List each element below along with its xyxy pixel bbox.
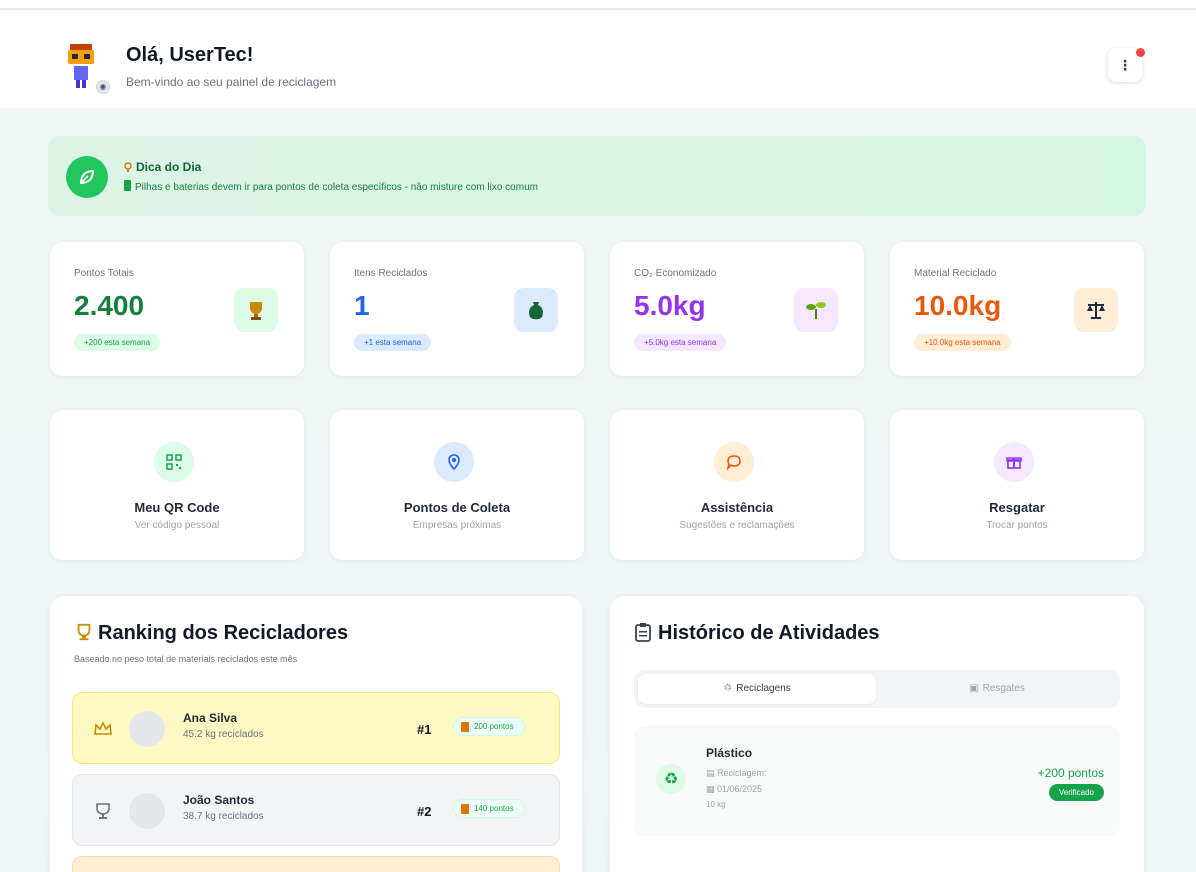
tip-text: Pilhas e baterias devem ir para pontos d…: [124, 180, 538, 193]
ranking-subtitle: Baseado no peso total de materiais recic…: [74, 654, 298, 664]
ranking-kg: 38.7 kg reciclados: [183, 811, 264, 822]
gift-icon: ▣: [969, 683, 979, 694]
action-title: Pontos de Coleta: [403, 500, 511, 515]
greeting-title: Olá, UserTec!: [126, 44, 254, 66]
tip-title-text: Dica do Dia: [136, 160, 202, 174]
action-title: Resgatar: [989, 500, 1045, 515]
ranking-entry[interactable]: João Santos 38.7 kg reciclados #2 140 po…: [72, 774, 560, 846]
tab-recycling-label: Reciclagens: [736, 683, 791, 694]
ranking-kg: 45.2 kg reciclados: [183, 729, 264, 740]
ranking-name: Ana Silva: [183, 711, 238, 725]
ranking-title: Ranking dos Recicladores: [74, 622, 348, 645]
stat-value: 5.0kg: [634, 290, 706, 321]
avatar: [129, 711, 165, 747]
history-date-text: 01/06/2025: [717, 784, 763, 794]
history-title-text: Histórico de Atividades: [658, 622, 880, 644]
action-subtitle: Trocar pontos: [986, 520, 1048, 531]
map-pin-icon: [434, 442, 474, 482]
history-material: Plástico: [706, 746, 753, 760]
stat-weekly-chip: +10.0kg esta semana: [914, 334, 1011, 351]
dashboard-main: Dica do Dia Pilhas e baterias devem ir p…: [0, 108, 1196, 872]
seedling-icon: [794, 288, 838, 332]
action-subtitle: Sugestões e reclamações: [679, 520, 795, 531]
stat-weekly-chip: +1 esta semana: [354, 334, 432, 351]
battery-icon: [124, 180, 131, 191]
recycle-icon: ♲: [723, 683, 733, 694]
gift-icon: [994, 442, 1034, 482]
history-title: Histórico de Atividades: [634, 622, 880, 645]
action-title: Meu QR Code: [134, 500, 220, 515]
ranking-points-badge: 200 pontos: [453, 717, 525, 736]
action-title: Assistência: [700, 500, 774, 515]
lightbulb-icon: [124, 162, 132, 172]
stat-card-total-points: Pontos Totais 2.400 +200 esta semana: [50, 242, 304, 376]
tip-of-the-day-banner: Dica do Dia Pilhas e baterias devem ir p…: [48, 136, 1146, 216]
history-company: ▤ Reciclagem:: [706, 768, 767, 779]
tab-recycling[interactable]: ♲ Reciclagens: [638, 674, 876, 704]
history-date: ▦ 01/06/2025: [706, 784, 762, 795]
action-subtitle: Empresas próximas: [412, 520, 502, 531]
action-card-qr-code[interactable]: Meu QR Code Ver código pessoal: [50, 410, 304, 560]
tip-title: Dica do Dia: [124, 160, 201, 174]
camera-icon[interactable]: ◉: [96, 80, 110, 94]
stat-label: Material Reciclado: [914, 268, 997, 279]
ranking-position: #1: [417, 722, 432, 737]
history-points: +200 pontos: [1037, 766, 1104, 780]
trophy-icon: [234, 288, 278, 332]
trophy-icon: [77, 623, 91, 641]
history-weight: 10 kg: [706, 800, 726, 809]
notification-dot: [1136, 48, 1145, 57]
crown-icon: [94, 721, 112, 735]
ranking-entry[interactable]: Ana Silva 45.2 kg reciclados #1 200 pont…: [72, 692, 560, 764]
leaf-icon: [66, 156, 108, 198]
stat-label: Itens Reciclados: [354, 268, 428, 279]
tab-redemptions-label: Resgates: [982, 683, 1025, 694]
ranking-position: #2: [417, 804, 432, 819]
ranking-points-badge: 140 pontos: [453, 799, 525, 818]
user-avatar[interactable]: ◉: [62, 40, 110, 94]
history-item[interactable]: ♻ Plástico ▤ Reciclagem: ▦ 01/06/2025 10…: [634, 726, 1120, 836]
stat-value: 2.400: [74, 290, 145, 321]
stat-card-items-recycled: Itens Reciclados 1 +1 esta semana: [330, 242, 584, 376]
status-badge: Verificado: [1048, 784, 1104, 801]
scale-icon: [1074, 288, 1118, 332]
chat-bubble-icon: [714, 442, 754, 482]
ranking-entry[interactable]: [72, 856, 560, 872]
stat-label: CO₂ Economizado: [634, 268, 717, 279]
ranking-title-text: Ranking dos Recicladores: [98, 622, 349, 644]
ranking-panel: Ranking dos Recicladores Baseado no peso…: [50, 596, 582, 872]
avatar: [129, 793, 165, 829]
tab-redemptions[interactable]: ▣ Resgates: [878, 674, 1116, 704]
recycle-icon: ♻: [656, 764, 686, 794]
ranking-name: João Santos: [183, 793, 255, 807]
calendar-icon: ▦: [706, 784, 718, 794]
history-company-text: Reciclagem:: [717, 768, 767, 778]
stat-weekly-chip: +200 esta semana: [74, 334, 161, 351]
stat-label: Pontos Totais: [74, 268, 134, 279]
action-card-assistance[interactable]: Assistência Sugestões e reclamações: [610, 410, 864, 560]
stat-weekly-chip: +5.0kg esta semana: [634, 334, 727, 351]
building-icon: ▤: [706, 768, 718, 778]
history-tabs: ♲ Reciclagens ▣ Resgates: [634, 670, 1120, 708]
greeting-subtitle: Bem-vindo ao seu painel de reciclagem: [126, 75, 337, 89]
header: ◉ Olá, UserTec! Bem-vindo ao seu painel …: [0, 10, 1196, 108]
action-card-collection-points[interactable]: Pontos de Coleta Empresas próximas: [330, 410, 584, 560]
medal-icon: [96, 803, 110, 819]
stat-card-co2-saved: CO₂ Economizado 5.0kg +5.0kg esta semana: [610, 242, 864, 376]
qr-code-icon: [154, 442, 194, 482]
stat-value: 1: [354, 290, 370, 321]
activity-history-panel: Histórico de Atividades ♲ Reciclagens ▣ Re…: [610, 596, 1144, 872]
tip-body-text: Pilhas e baterias devem ir para pontos d…: [135, 182, 538, 193]
clipboard-icon: [635, 623, 651, 642]
recycle-bag-icon: [514, 288, 558, 332]
stat-card-material-recycled: Material Reciclado 10.0kg +10.0kg esta s…: [890, 242, 1144, 376]
action-card-redeem[interactable]: Resgatar Trocar pontos: [890, 410, 1144, 560]
stat-value: 10.0kg: [914, 290, 1002, 321]
action-subtitle: Ver código pessoal: [134, 520, 220, 531]
